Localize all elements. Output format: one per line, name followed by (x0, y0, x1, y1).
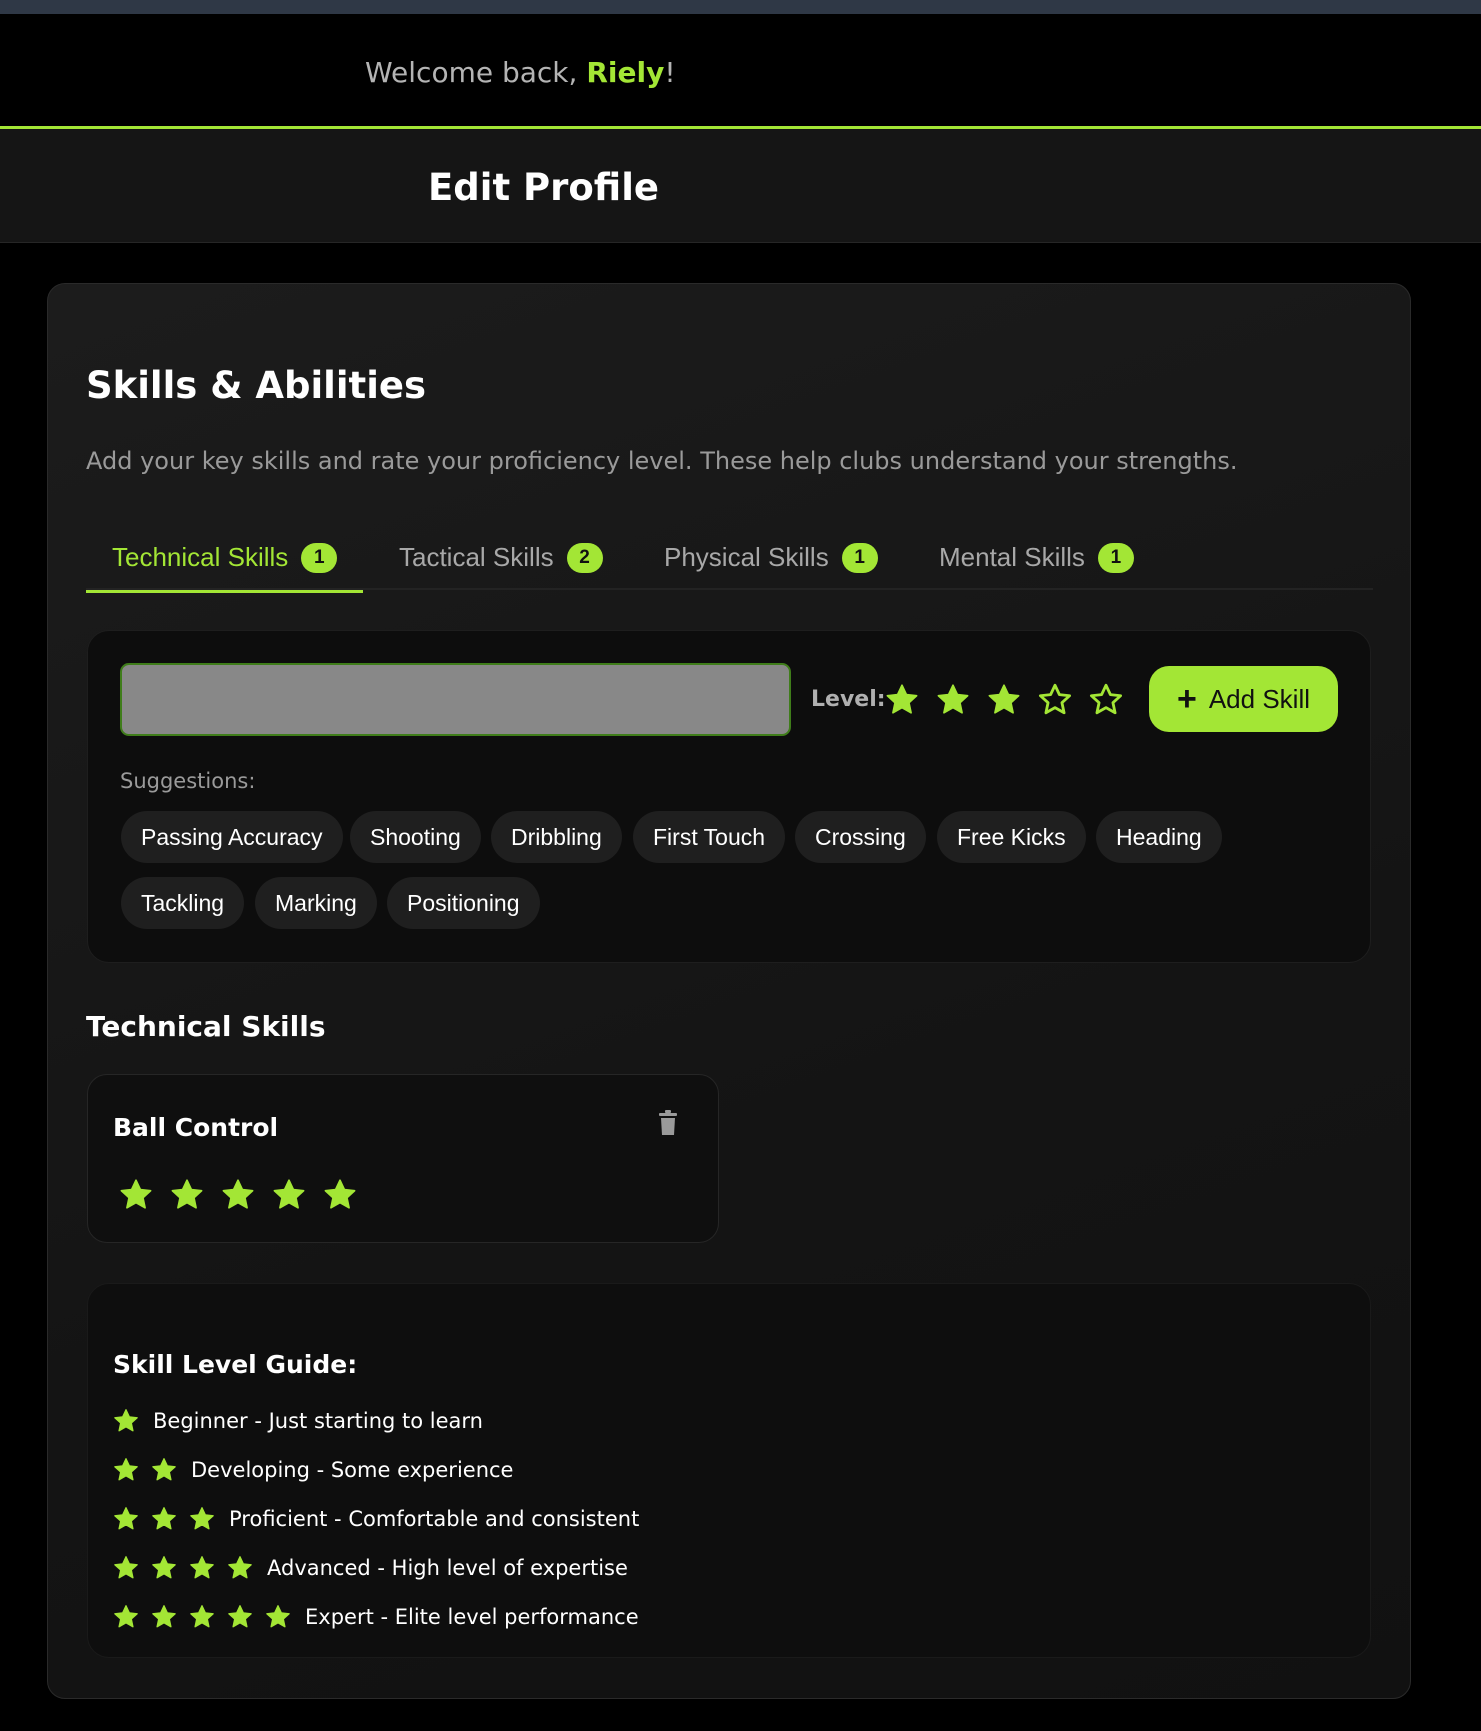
skill-card (87, 1074, 719, 1243)
skills-list-title: Technical Skills (86, 1010, 326, 1043)
count-badge: 1 (841, 542, 878, 573)
tab-mental-skills[interactable]: Mental Skills 1 (939, 525, 1134, 590)
tab-tactical-skills[interactable]: Tactical Skills 2 (399, 525, 603, 590)
section-description: Add your key skills and rate your profic… (86, 447, 1238, 475)
suggestion-chip[interactable]: Passing Accuracy (121, 811, 343, 863)
tab-label: Technical Skills (112, 542, 289, 572)
star-icon[interactable] (885, 683, 919, 717)
trash-icon[interactable] (656, 1110, 680, 1136)
star-icon[interactable] (987, 683, 1021, 717)
suggestion-chip[interactable]: Shooting (350, 811, 481, 863)
guide-text: Expert - Elite level performance (305, 1605, 639, 1629)
star-icon (265, 1604, 291, 1630)
tab-physical-skills[interactable]: Physical Skills 1 (664, 525, 878, 590)
guide-text: Developing - Some experience (191, 1458, 514, 1482)
suggestion-chip[interactable]: Heading (1096, 811, 1222, 863)
suggestion-chip[interactable]: Positioning (387, 877, 540, 929)
guide-row: Developing - Some experience (113, 1455, 513, 1485)
suggestion-chip[interactable]: Tackling (121, 877, 245, 929)
star-icon (189, 1604, 215, 1630)
guide-row: Advanced - High level of expertise (113, 1553, 628, 1583)
welcome-message: Welcome back, Riely! (365, 56, 676, 89)
count-badge: 1 (1097, 542, 1134, 573)
star-icon (189, 1506, 215, 1532)
guide-text: Beginner - Just starting to learn (153, 1409, 483, 1433)
add-skill-button[interactable]: + Add Skill (1149, 666, 1338, 732)
star-icon (113, 1506, 139, 1532)
tab-label: Mental Skills (939, 542, 1085, 572)
page-title: Edit Profile (428, 166, 659, 209)
suggestion-chip[interactable]: Marking (255, 877, 377, 929)
skill-category-tabs: Technical Skills 1 Tactical Skills 2 Phy… (86, 525, 1373, 593)
window-top-strip (0, 0, 1481, 14)
tab-label: Physical Skills (664, 542, 829, 572)
plus-icon: + (1176, 680, 1197, 718)
guide-title: Skill Level Guide: (113, 1350, 358, 1379)
star-icon (272, 1178, 306, 1212)
star-icon (170, 1178, 204, 1212)
add-skill-label: Add Skill (1208, 683, 1310, 714)
star-icon (119, 1178, 153, 1212)
suggestions-label: Suggestions: (120, 769, 256, 793)
star-icon (151, 1457, 177, 1483)
level-label: Level: (811, 687, 886, 712)
star-icon (323, 1178, 357, 1212)
star-icon (113, 1604, 139, 1630)
user-name: Riely (586, 56, 665, 89)
star-icon (189, 1555, 215, 1581)
welcome-suffix: ! (664, 56, 676, 89)
guide-text: Proficient - Comfortable and consistent (229, 1507, 640, 1531)
star-icon[interactable] (1089, 683, 1123, 717)
suggestion-chip[interactable]: First Touch (633, 811, 786, 863)
star-icon (227, 1555, 253, 1581)
skill-name: Ball Control (113, 1113, 279, 1142)
star-icon[interactable] (1038, 683, 1072, 717)
count-badge: 1 (301, 542, 338, 573)
welcome-prefix: Welcome back, (365, 56, 587, 89)
section-title: Skills & Abilities (86, 364, 427, 407)
star-icon (113, 1408, 139, 1434)
skill-name-input[interactable] (120, 663, 791, 736)
suggestion-chip[interactable]: Crossing (795, 811, 926, 863)
guide-row: Proficient - Comfortable and consistent (113, 1504, 639, 1534)
star-icon (151, 1604, 177, 1630)
star-icon (151, 1555, 177, 1581)
count-badge: 2 (566, 542, 603, 573)
tab-technical-skills[interactable]: Technical Skills 1 (86, 525, 364, 593)
star-icon (221, 1178, 255, 1212)
guide-row: Expert - Elite level performance (113, 1602, 639, 1632)
suggestion-chip[interactable]: Dribbling (491, 811, 622, 863)
star-icon (151, 1506, 177, 1532)
star-icon[interactable] (936, 683, 970, 717)
title-bar (0, 129, 1481, 243)
guide-text: Advanced - High level of expertise (267, 1556, 628, 1580)
star-icon (113, 1555, 139, 1581)
star-icon (113, 1457, 139, 1483)
guide-row: Beginner - Just starting to learn (113, 1406, 483, 1436)
welcome-bar (0, 14, 1481, 128)
tab-label: Tactical Skills (399, 542, 554, 572)
suggestion-chip[interactable]: Free Kicks (937, 811, 1086, 863)
star-icon (227, 1604, 253, 1630)
